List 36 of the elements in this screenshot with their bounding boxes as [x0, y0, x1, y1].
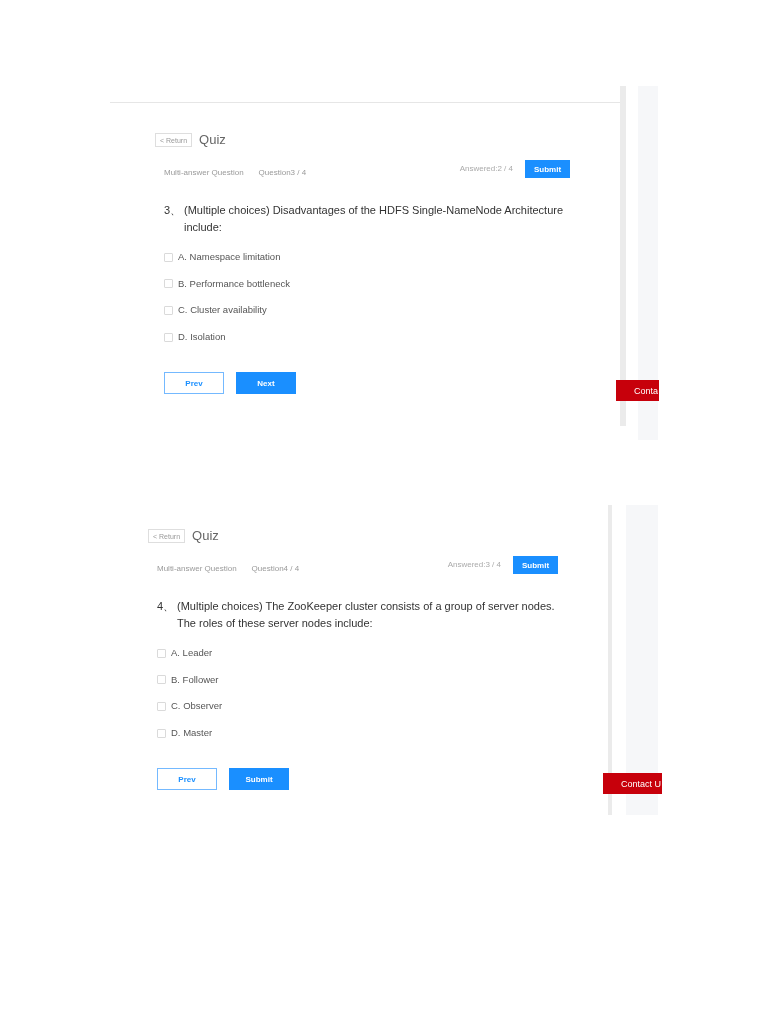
submit-button[interactable]: Submit [513, 556, 558, 574]
question-type-label: Multi-answer Question [164, 168, 244, 178]
option-label[interactable]: B. Follower [171, 673, 219, 686]
checkbox[interactable] [157, 701, 166, 711]
page-title: Quiz [199, 132, 226, 148]
option-label[interactable]: C. Observer [171, 700, 223, 713]
question-counter: Question3 / 4 [258, 168, 307, 178]
question-text: (Multiple choices) The ZooKeeper cluster consists of a group of server nodes. The roles of these server nodes include: [177, 599, 556, 631]
checkbox[interactable] [164, 252, 173, 262]
contact-button[interactable]: Conta [616, 380, 660, 401]
prev-button[interactable]: Prev [157, 768, 217, 791]
submit-button[interactable]: Submit [525, 160, 570, 178]
question-counter: Question4 / 4 [251, 564, 300, 574]
question-number: 4、 [157, 599, 176, 614]
checkbox[interactable] [164, 332, 173, 342]
option-label[interactable]: A. Namespace limitation [178, 251, 281, 263]
contact-button[interactable]: Contact U [603, 773, 663, 794]
checkbox[interactable] [157, 728, 166, 738]
checkbox[interactable] [157, 675, 166, 685]
submit-button[interactable]: Submit [229, 768, 289, 791]
page-title: Quiz [192, 528, 219, 544]
next-button[interactable]: Next [236, 372, 296, 395]
option-label[interactable]: C. Cluster availability [178, 304, 267, 317]
answered-count: Answered:3 / 4 [447, 560, 501, 570]
option-label[interactable]: A. Leader [171, 647, 213, 659]
option-label[interactable]: B. Performance bottleneck [178, 277, 290, 290]
checkbox[interactable] [164, 305, 173, 315]
checkbox[interactable] [164, 279, 173, 289]
checkbox[interactable] [157, 648, 166, 658]
answered-count: Answered:2 / 4 [459, 164, 513, 174]
prev-button[interactable]: Prev [164, 372, 224, 395]
option-label[interactable]: D. Isolation [178, 331, 226, 344]
question-type-label: Multi-answer Question [157, 564, 237, 574]
option-label[interactable]: D. Master [171, 727, 213, 740]
question-number: 3、 [164, 203, 183, 218]
question-text: (Multiple choices) Disadvantages of the HDFS Single-NameNode Architecture include: [184, 203, 565, 235]
